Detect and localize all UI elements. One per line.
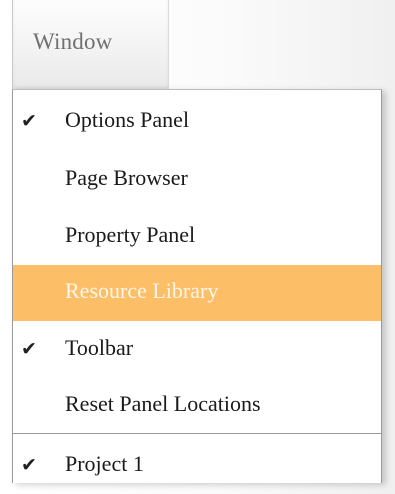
menu-item-label: Property Panel: [65, 222, 196, 247]
menu-item-label: Project 1: [65, 451, 144, 476]
window-dropdown-menu: ✔ Options Panel Page Browser Property Pa…: [12, 89, 382, 483]
menu-separator: [13, 433, 381, 434]
menu-item-property-panel[interactable]: Property Panel: [13, 209, 381, 265]
menu-item-label: Page Browser: [65, 165, 188, 190]
menu-item-project-1[interactable]: ✔ Project 1: [13, 438, 381, 494]
checkmark-icon: ✔: [21, 338, 37, 360]
menu-item-resource-library[interactable]: Resource Library: [13, 265, 381, 321]
window-menu-button[interactable]: Window: [12, 0, 169, 89]
menu-item-reset-panel-locations[interactable]: Reset Panel Locations: [13, 378, 381, 434]
menu-item-toolbar[interactable]: ✔ Toolbar: [13, 322, 381, 378]
menu-item-options-panel[interactable]: ✔ Options Panel: [13, 94, 381, 150]
window-menu-label: Window: [33, 29, 113, 54]
checkmark-icon: ✔: [21, 110, 37, 132]
checkmark-icon: ✔: [21, 454, 37, 476]
menu-item-label: Options Panel: [65, 107, 190, 132]
menu-item-label: Reset Panel Locations: [65, 391, 261, 416]
menu-item-page-browser[interactable]: Page Browser: [13, 152, 381, 208]
menu-bar: Window: [0, 0, 395, 89]
menu-item-label: Resource Library: [65, 278, 219, 303]
menu-item-label: Toolbar: [65, 335, 134, 360]
